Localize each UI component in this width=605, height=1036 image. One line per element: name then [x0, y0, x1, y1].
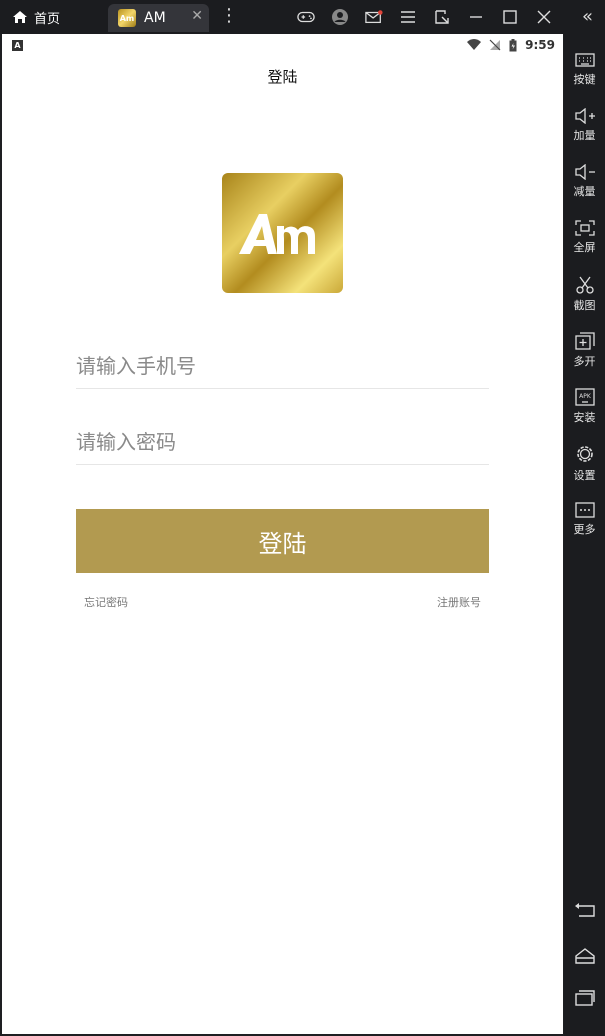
- am-logo-icon: [238, 214, 315, 254]
- android-home-icon: [574, 948, 595, 964]
- sidebar-item-settings[interactable]: 设置: [564, 444, 605, 483]
- gamepad-icon[interactable]: [297, 8, 315, 26]
- sidebar-label: 按键: [573, 73, 596, 86]
- back-icon: [574, 903, 595, 917]
- home-tab-label: 首页: [34, 11, 61, 27]
- sidebar-item-multi-instance[interactable]: 多开: [564, 332, 605, 369]
- volume-up-icon: [574, 108, 595, 124]
- sidebar-item-screenshot[interactable]: 截图: [564, 276, 605, 313]
- sidebar-label: 全屏: [573, 241, 596, 254]
- emulator-titlebar: 首页 Am AM ✕ ⋮ «: [0, 0, 605, 34]
- sidebar-label: 加量: [573, 129, 596, 142]
- sidebar-label: 多开: [573, 355, 596, 368]
- scissors-icon: [575, 276, 594, 294]
- emulator-sidebar: 按键 加量 减量 全屏 截图 多开 APK 安装 设置 更多: [564, 34, 605, 1036]
- app-tab-logo: Am: [118, 9, 136, 27]
- app-logo: [222, 173, 343, 293]
- sidebar-label: 截图: [573, 299, 596, 312]
- forgot-password-link[interactable]: 忘记密码: [84, 594, 128, 610]
- sidebar-item-more[interactable]: 更多: [564, 502, 605, 537]
- sidebar-label: 更多: [573, 523, 596, 536]
- sidebar-item-keys[interactable]: 按键: [564, 52, 605, 87]
- phone-field: [76, 344, 489, 389]
- gear-icon: [576, 446, 593, 462]
- app-tab-label: AM: [144, 10, 166, 26]
- register-link[interactable]: 注册账号: [437, 594, 481, 610]
- apk-icon: APK: [574, 388, 595, 406]
- svg-text:APK: APK: [579, 393, 592, 400]
- page-title: 登陆: [267, 68, 298, 86]
- close-window-icon[interactable]: [535, 8, 553, 26]
- phone-screen: A 9:59 登陆 登陆 忘记密码 注册账号: [2, 34, 563, 1034]
- password-input[interactable]: [76, 420, 489, 464]
- resize-icon[interactable]: [433, 8, 451, 26]
- sidebar-item-volume-down[interactable]: 减量: [564, 164, 605, 199]
- sidebar-label: 减量: [573, 185, 596, 198]
- more-icon: [574, 502, 595, 518]
- account-icon[interactable]: [331, 8, 349, 26]
- keyboard-icon: [574, 53, 595, 67]
- battery-icon: [509, 38, 517, 51]
- sidebar-item-volume-up[interactable]: 加量: [564, 108, 605, 143]
- sidebar-item-fullscreen[interactable]: 全屏: [564, 220, 605, 255]
- sidebar-label: 设置: [573, 469, 596, 482]
- status-time: 9:59: [525, 38, 555, 52]
- multi-instance-icon: [574, 332, 595, 350]
- sidebar-item-install[interactable]: APK 安装: [564, 388, 605, 425]
- more-vertical-icon[interactable]: ⋮: [220, 6, 238, 26]
- recents-icon: [574, 990, 595, 1006]
- app-tab[interactable]: Am AM ✕: [108, 4, 209, 32]
- home-button[interactable]: [564, 948, 605, 964]
- status-notification-icon: A: [12, 39, 23, 51]
- collapse-sidebar-icon[interactable]: «: [582, 6, 593, 27]
- recents-button[interactable]: [564, 990, 605, 1006]
- status-bar: A 9:59: [2, 34, 563, 56]
- mail-icon[interactable]: [365, 8, 383, 26]
- volume-down-icon: [574, 164, 595, 180]
- home-tab[interactable]: 首页: [12, 0, 60, 34]
- minimize-icon[interactable]: [467, 8, 485, 26]
- wifi-icon: [467, 39, 482, 50]
- home-icon: [13, 11, 27, 23]
- back-button[interactable]: [564, 902, 605, 918]
- no-signal-icon: [489, 39, 501, 51]
- fullscreen-icon: [574, 220, 595, 236]
- menu-icon[interactable]: [399, 8, 417, 26]
- sidebar-label: 安装: [573, 411, 596, 424]
- password-field: [76, 420, 489, 465]
- phone-input[interactable]: [76, 344, 489, 388]
- login-button[interactable]: 登陆: [76, 509, 489, 573]
- maximize-icon[interactable]: [501, 8, 519, 26]
- close-tab-icon[interactable]: ✕: [191, 8, 203, 24]
